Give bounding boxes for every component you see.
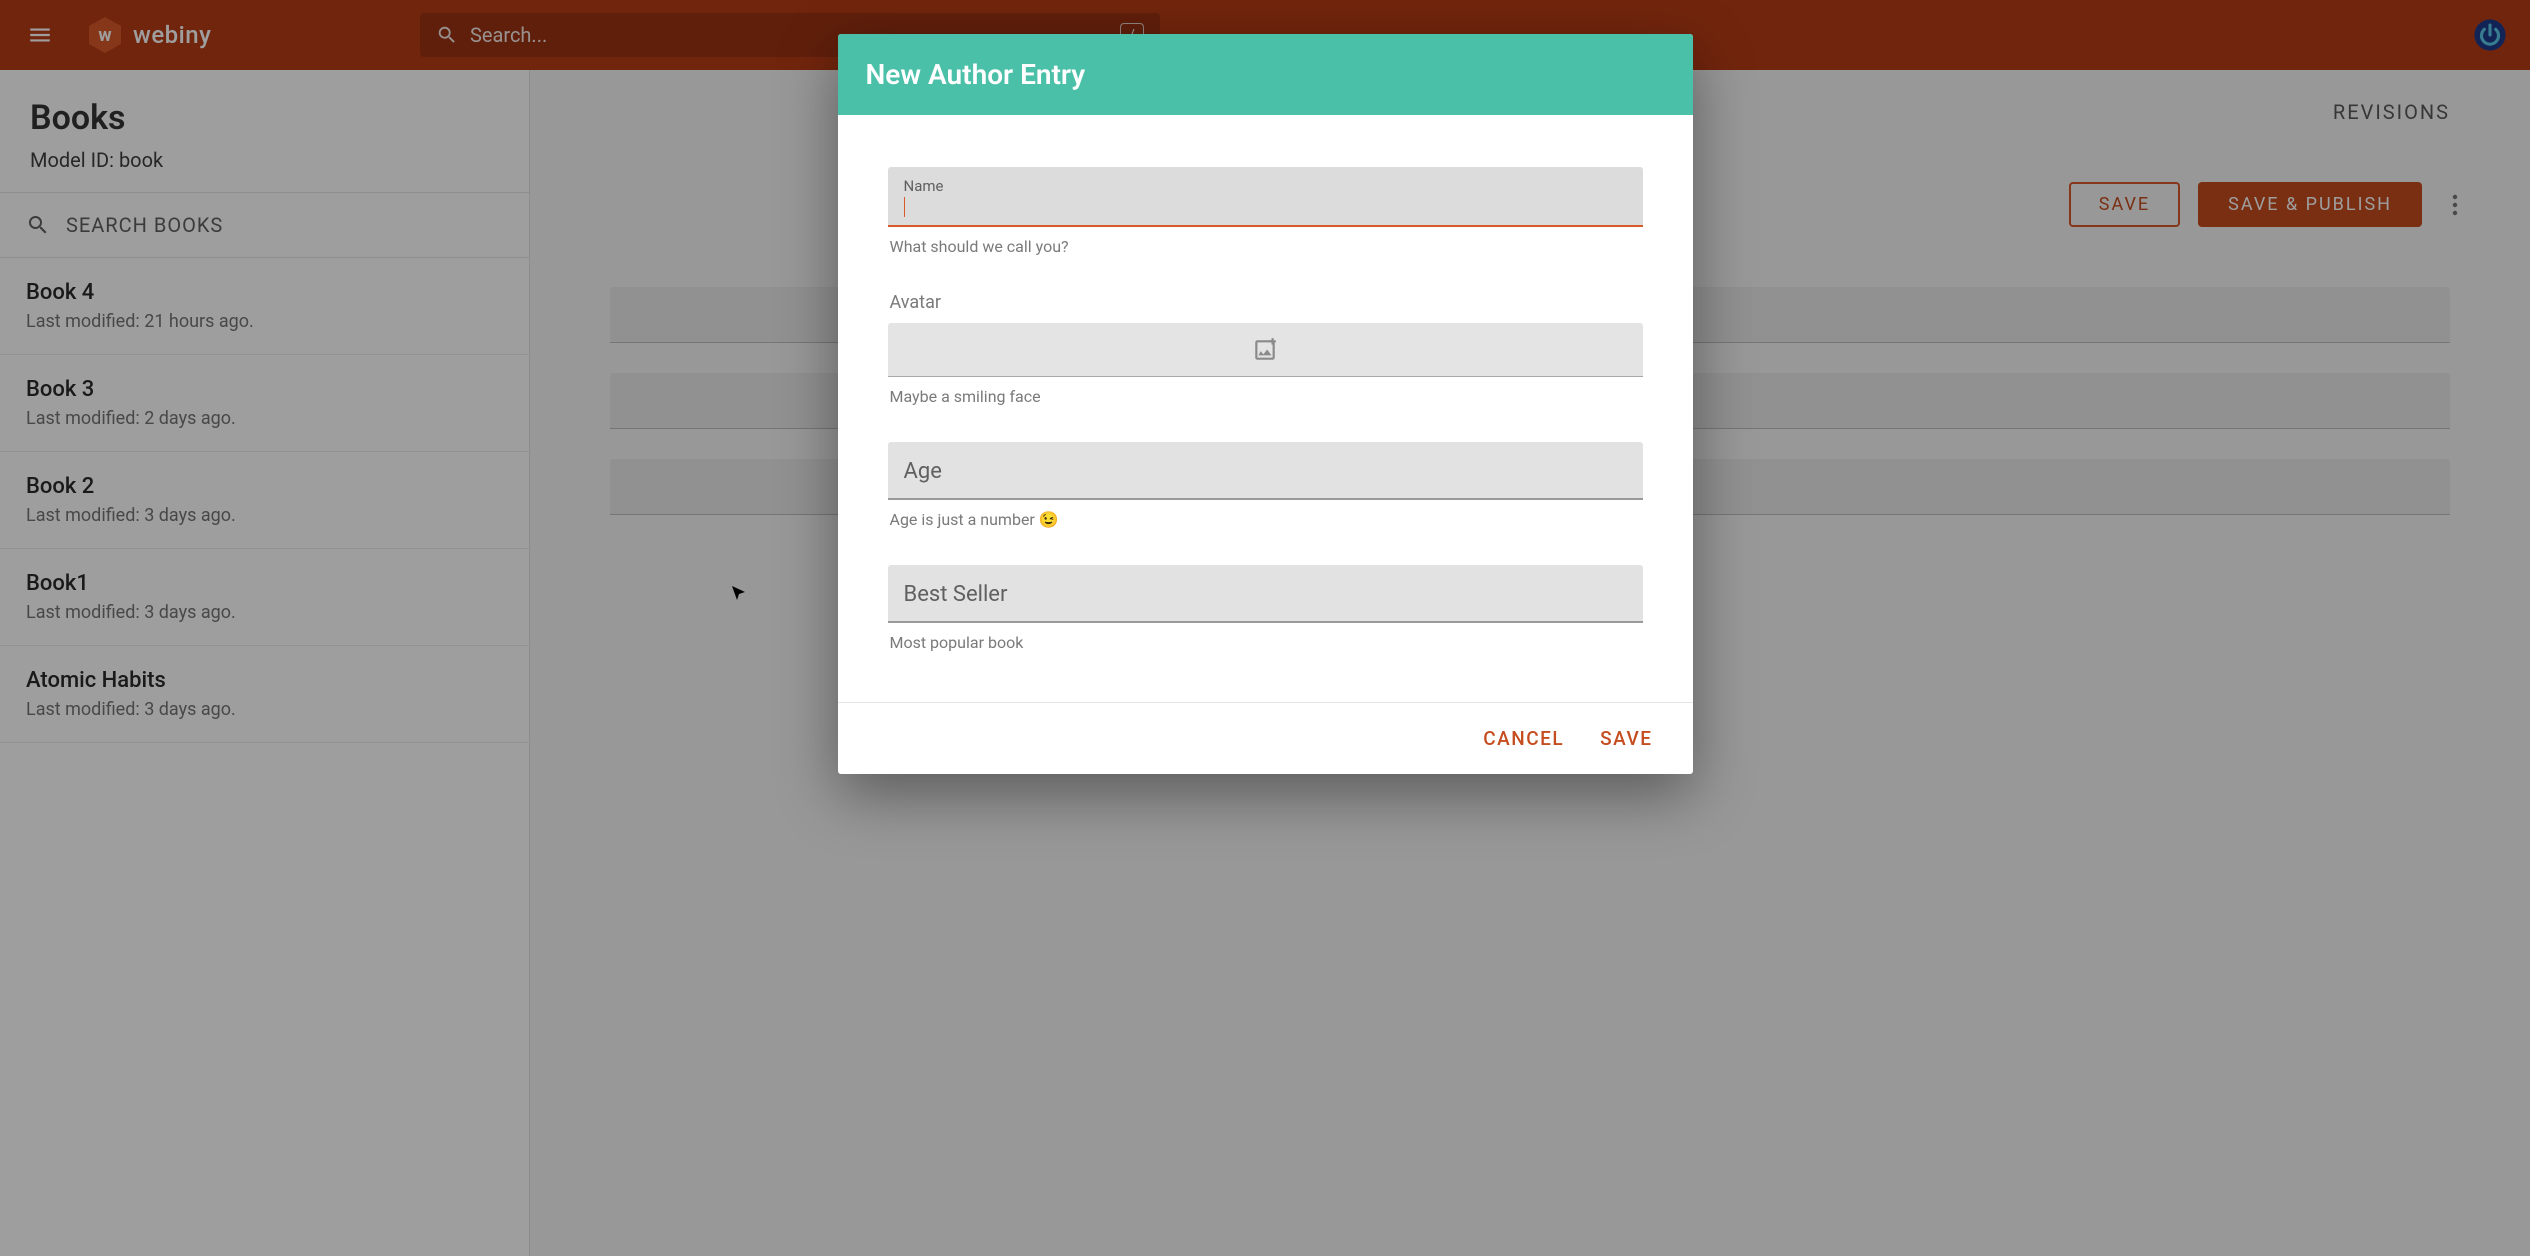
new-author-dialog: New Author Entry Name What should we cal… [838,34,1693,774]
dialog-save-button[interactable]: SAVE [1600,727,1652,750]
name-field-group: Name What should we call you? [888,167,1643,256]
image-add-icon [1252,337,1278,363]
name-helper: What should we call you? [888,237,1643,256]
dialog-body: Name What should we call you? Avatar May… [838,115,1693,702]
best-seller-label: Best Seller [904,582,1627,607]
best-seller-input[interactable]: Best Seller [888,565,1643,623]
age-input[interactable]: Age [888,442,1643,500]
avatar-upload[interactable] [888,323,1643,377]
name-label: Name [904,177,1627,195]
best-seller-helper: Most popular book [888,633,1643,652]
age-label: Age [904,459,1627,484]
avatar-field-group: Avatar Maybe a smiling face [888,292,1643,406]
cancel-button[interactable]: CANCEL [1483,727,1564,750]
cursor-icon [732,586,748,602]
dialog-header: New Author Entry [838,34,1693,115]
dialog-title: New Author Entry [866,58,1665,91]
text-caret [904,197,905,217]
age-helper: Age is just a number 😉 [888,510,1643,529]
avatar-label: Avatar [888,292,1643,313]
modal-overlay[interactable]: New Author Entry Name What should we cal… [0,0,2530,1256]
name-input[interactable]: Name [888,167,1643,227]
dialog-footer: CANCEL SAVE [838,702,1693,774]
best-seller-field-group: Best Seller Most popular book [888,565,1643,652]
age-field-group: Age Age is just a number 😉 [888,442,1643,529]
avatar-helper: Maybe a smiling face [888,387,1643,406]
